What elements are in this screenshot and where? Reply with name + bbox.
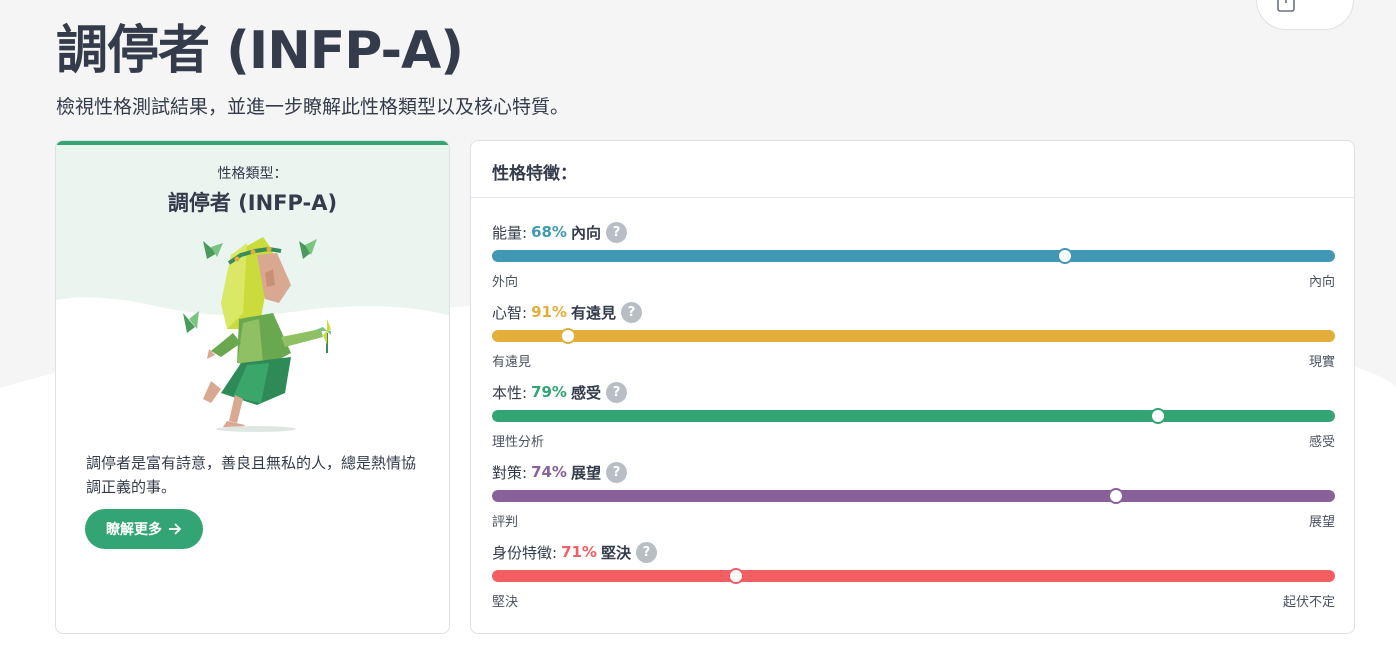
trait-right-label: 展望 <box>1308 515 1335 530</box>
trait-row: 對策: 74% 展望? 評判 展望 <box>492 461 1335 541</box>
personality-traits-card: 性格特徵： 能量: 68% 內向? 外向 內向 心智: 91% 有遠見? 有遠見 現實 本性: 79%… <box>470 140 1355 634</box>
trait-name: 能量: <box>492 223 528 242</box>
trait-heading: 能量: 68% 內向? <box>492 221 627 243</box>
trait-side: 內向 <box>570 223 601 242</box>
mediator-illustration <box>183 237 331 432</box>
learn-more-label: 瞭解更多 <box>106 522 162 538</box>
trait-bar <box>492 248 1335 264</box>
page-subtitle: 檢視性格測試結果，並進一步瞭解此性格類型以及核心特質。 <box>56 96 570 118</box>
learn-more-button[interactable]: 瞭解更多 <box>85 509 203 549</box>
traits-title: 性格特徵： <box>492 164 577 184</box>
trait-indicator[interactable] <box>728 568 745 584</box>
trait-name: 本性: <box>492 383 528 402</box>
trait-side: 展望 <box>570 463 601 482</box>
trait-indicator[interactable] <box>1057 248 1074 264</box>
more-horizontal-icon[interactable] <box>1313 0 1337 7</box>
trait-heading: 心智: 91% 有遠見? <box>492 301 642 323</box>
trait-indicator[interactable] <box>1107 488 1124 504</box>
trait-percent: 71% <box>561 543 597 561</box>
trait-heading: 身份特徵: 71% 堅決? <box>492 541 657 563</box>
trait-side: 有遠見 <box>570 303 616 322</box>
trait-right-label: 起伏不定 <box>1282 595 1335 610</box>
trait-row: 身份特徵: 71% 堅決? 堅決 起伏不定 <box>492 541 1335 621</box>
help-icon[interactable]: ? <box>605 381 627 403</box>
trait-left-label: 評判 <box>492 515 519 530</box>
trait-side: 感受 <box>570 383 601 402</box>
trait-row: 心智: 91% 有遠見? 有遠見 現實 <box>492 301 1335 381</box>
trait-indicator[interactable] <box>559 328 576 344</box>
trait-indicator[interactable] <box>1149 408 1166 424</box>
trait-left-label: 理性分析 <box>492 435 545 450</box>
trait-side: 堅決 <box>600 543 631 562</box>
arrow-right-icon <box>169 523 182 535</box>
trait-right-label: 內向 <box>1308 275 1335 290</box>
trait-left-label: 堅決 <box>492 595 519 610</box>
trait-left-label: 外向 <box>492 275 519 290</box>
page-actions <box>1256 0 1354 30</box>
trait-name: 身份特徵: <box>492 543 558 562</box>
type-name: 調停者 (INFP-A) <box>167 191 338 215</box>
type-description: 調停者是富有詩意，善良且無私的人，總是熱情協調正義的事。 <box>86 454 417 496</box>
help-icon[interactable]: ? <box>635 541 657 563</box>
trait-bar <box>492 408 1335 424</box>
trait-bar <box>492 568 1335 584</box>
personality-type-card: 性格類型： 調停者 (INFP-A) 調停者是富有詩意，善良且無私的人，總是熱情… <box>55 140 450 634</box>
page-title: 調停者 (INFP-A) <box>56 21 464 81</box>
trait-percent: 68% <box>531 223 567 241</box>
trait-heading: 對策: 74% 展望? <box>492 461 627 483</box>
trait-row: 能量: 68% 內向? 外向 內向 <box>492 221 1335 301</box>
trait-percent: 74% <box>531 463 567 481</box>
trait-right-label: 感受 <box>1308 435 1335 450</box>
traits-header: 性格特徵： <box>471 141 1354 198</box>
trait-percent: 79% <box>531 383 567 401</box>
type-label: 性格類型： <box>217 166 288 182</box>
trait-heading: 本性: 79% 感受? <box>492 381 627 403</box>
help-icon[interactable]: ? <box>605 221 627 243</box>
help-icon[interactable]: ? <box>605 461 627 483</box>
trait-bar <box>492 328 1335 344</box>
trait-right-label: 現實 <box>1308 355 1335 370</box>
trait-percent: 91% <box>531 303 567 321</box>
trait-bar <box>492 488 1335 504</box>
help-icon[interactable]: ? <box>620 301 642 323</box>
trait-row: 本性: 79% 感受? 理性分析 感受 <box>492 381 1335 461</box>
share-icon[interactable] <box>1275 0 1297 13</box>
trait-left-label: 有遠見 <box>492 355 532 370</box>
trait-name: 對策: <box>492 463 528 482</box>
trait-name: 心智: <box>492 303 528 322</box>
